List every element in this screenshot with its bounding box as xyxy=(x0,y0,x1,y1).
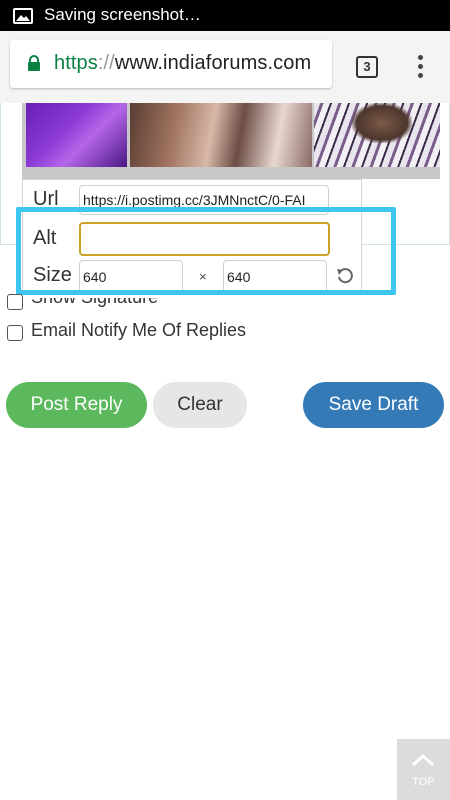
email-notify-checkbox[interactable] xyxy=(7,325,23,341)
show-signature-checkbox[interactable] xyxy=(7,294,23,310)
address-bar[interactable]: https://www.indiaforums.com xyxy=(10,40,332,88)
size-multiply-sign: × xyxy=(199,269,207,284)
scroll-to-top-label: TOP xyxy=(412,776,435,788)
alt-label: Alt xyxy=(33,227,57,249)
reset-size-icon[interactable] xyxy=(336,267,354,285)
alt-text-input[interactable] xyxy=(79,222,330,256)
size-label: Size xyxy=(33,264,72,286)
tab-switcher-button[interactable]: 3 xyxy=(356,56,378,78)
inserted-image-preview xyxy=(22,103,440,179)
url-host: www.indiaforums.com xyxy=(114,52,312,74)
url-separator: :// xyxy=(97,52,115,74)
url-scheme: https xyxy=(54,52,98,74)
width-input[interactable] xyxy=(79,260,183,294)
chevron-up-icon xyxy=(411,753,435,767)
image-url-input[interactable] xyxy=(79,185,329,215)
status-notification-text: Saving screenshot… xyxy=(44,5,201,24)
image-icon xyxy=(13,8,33,24)
save-draft-button[interactable]: Save Draft xyxy=(303,382,444,428)
scroll-to-top-button[interactable]: TOP xyxy=(397,739,450,800)
post-reply-button[interactable]: Post Reply xyxy=(6,382,147,428)
browser-toolbar: https://www.indiaforums.com xyxy=(0,31,450,103)
status-bar: Saving screenshot… xyxy=(0,0,450,31)
email-notify-label: Email Notify Me Of Replies xyxy=(31,320,247,340)
image-properties-dialog: Url Alt Size × xyxy=(22,179,362,294)
overflow-menu-icon[interactable] xyxy=(414,54,428,80)
clear-button[interactable]: Clear xyxy=(153,382,247,428)
height-input[interactable] xyxy=(223,260,327,294)
url-label: Url xyxy=(33,188,59,210)
url-text[interactable]: https://www.indiaforums.com xyxy=(54,52,311,75)
lock-icon xyxy=(28,55,40,71)
